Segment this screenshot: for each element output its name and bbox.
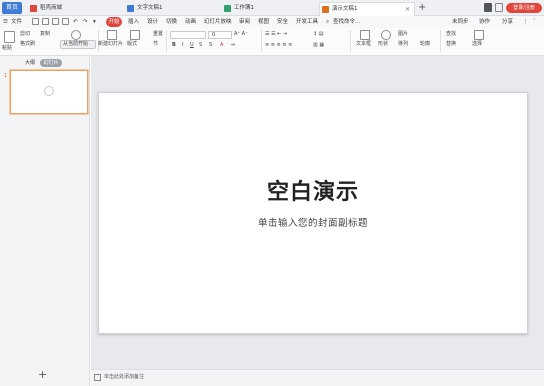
tab-label: 演示文稿1	[332, 6, 358, 12]
strikethrough-icon[interactable]: S	[209, 42, 212, 49]
sync-status[interactable]: 未同步	[452, 16, 469, 28]
menu-security[interactable]: 安全	[277, 16, 288, 28]
divider	[261, 30, 262, 52]
tab-label: 工作簿1	[234, 5, 254, 11]
menu-animation[interactable]: 动画	[185, 16, 196, 28]
print-icon[interactable]	[52, 18, 59, 25]
layout-icon[interactable]	[130, 30, 140, 40]
picture-button[interactable]: 图片	[398, 31, 408, 38]
tab-slides[interactable]: 幻灯片	[40, 59, 62, 67]
menu-insert[interactable]: 插入	[128, 16, 139, 28]
save-icon[interactable]	[32, 18, 39, 25]
paste-label[interactable]: 粘贴	[2, 45, 12, 52]
bold-icon[interactable]: B	[172, 42, 176, 49]
layout-icon[interactable]	[495, 3, 503, 12]
divider	[440, 30, 441, 52]
menu-view[interactable]: 视图	[258, 16, 269, 28]
tab-docer-store[interactable]: 稻壳商城	[28, 2, 98, 16]
new-slide-button[interactable]: 新建幻灯片	[98, 41, 123, 48]
preview-icon[interactable]	[62, 18, 69, 25]
tab-label: 稻壳商城	[40, 5, 63, 11]
quick-access-more-icon[interactable]: ▾	[93, 16, 96, 28]
select-icon[interactable]	[474, 30, 484, 40]
menu-transition[interactable]: 切换	[166, 16, 177, 28]
divider	[350, 30, 351, 52]
paste-icon[interactable]	[4, 31, 15, 43]
menu-developer[interactable]: 开发工具	[296, 16, 318, 28]
shadow-icon[interactable]: S	[199, 42, 202, 49]
new-tab-button[interactable]: +	[418, 1, 426, 14]
tab-home[interactable]: 首页	[2, 2, 22, 14]
redo-icon[interactable]: ↷	[83, 16, 88, 28]
tab-writer-doc[interactable]: 文字文稿1	[125, 2, 195, 16]
columns-icon[interactable]: ▥ ▦	[313, 42, 324, 49]
menu-review[interactable]: 审阅	[239, 16, 250, 28]
shape-icon[interactable]	[381, 30, 391, 40]
collapse-ribbon-icon[interactable]: ˆ	[533, 16, 536, 28]
menu-file[interactable]: 文件	[11, 16, 22, 28]
command-search[interactable]: 查找命令...	[333, 16, 360, 28]
grow-font-icon[interactable]: A⁺ A⁻	[234, 31, 248, 38]
outline-button[interactable]: 轮廓	[420, 41, 430, 48]
collaborate-button[interactable]: 协作	[479, 16, 490, 28]
tab-presentation[interactable]: 演示文稿1 ✕	[319, 2, 415, 16]
menu-slideshow[interactable]: 幻灯片放映	[204, 16, 232, 28]
more-icon[interactable]: ⋮	[523, 16, 529, 28]
docer-icon	[30, 5, 37, 12]
writer-icon	[127, 5, 134, 12]
reset-button[interactable]: 重置	[153, 31, 163, 38]
hamburger-icon[interactable]: ☰	[3, 16, 8, 28]
share-button[interactable]: 分享	[502, 16, 513, 28]
slide-title[interactable]: 空白演示	[98, 178, 528, 208]
format-painter-button[interactable]: 格式刷	[20, 41, 35, 48]
align-icon[interactable]: ≡ ≡ ≡ ≡ ≡	[265, 42, 292, 49]
find-button[interactable]: 查找	[446, 31, 456, 38]
shape-button[interactable]: 形状	[378, 41, 388, 48]
bullets-icon[interactable]: ☰ ☰ ⇤ ⇥	[265, 31, 287, 38]
font-name-select[interactable]	[170, 31, 206, 39]
close-tab-icon[interactable]: ✕	[405, 3, 410, 16]
cut-button[interactable]: 剪切	[20, 31, 30, 38]
textbox-icon[interactable]	[360, 30, 370, 40]
blank-slide-icon	[44, 86, 54, 96]
export-icon[interactable]	[42, 18, 49, 25]
add-slide-button[interactable]: +	[38, 369, 47, 380]
search-icon: ⌕	[326, 19, 330, 25]
replace-button[interactable]: 替换	[446, 41, 456, 48]
section-button[interactable]: 节	[153, 41, 158, 48]
tab-label: 文字文稿1	[137, 5, 163, 11]
textbox-button[interactable]: 文本框	[356, 41, 371, 48]
select-button[interactable]: 选择	[472, 41, 482, 48]
play-icon[interactable]	[71, 30, 81, 40]
new-slide-icon[interactable]	[107, 30, 117, 40]
login-button[interactable]: 登录/注册	[506, 3, 542, 13]
divider	[166, 30, 167, 52]
line-spacing-icon[interactable]: ↕ ▤	[313, 31, 324, 38]
copy-button[interactable]: 复制	[40, 31, 50, 38]
slide[interactable]	[98, 92, 528, 334]
font-size-select[interactable]: 0	[208, 31, 232, 39]
notes-input[interactable]: 单击此处添加备注	[104, 372, 144, 382]
tab-outline[interactable]: 大纲	[22, 59, 38, 67]
notes-icon	[94, 374, 101, 381]
layout-button[interactable]: 版式	[127, 41, 137, 48]
notes-bar	[91, 369, 544, 386]
menu-design[interactable]: 设计	[147, 16, 158, 28]
avatar-icon[interactable]	[484, 3, 492, 12]
presentation-icon	[322, 6, 329, 13]
tab-spreadsheet[interactable]: 工作簿1	[222, 2, 292, 16]
arrange-button[interactable]: 排列	[398, 41, 408, 48]
play-from-current-label: 从当前开始	[63, 41, 89, 47]
underline-icon[interactable]: U	[190, 42, 194, 49]
slide-subtitle[interactable]: 单击输入您的封面副标题	[98, 217, 528, 231]
spreadsheet-icon	[224, 5, 231, 12]
undo-icon[interactable]: ↶	[73, 16, 78, 28]
menu-start[interactable]: 开始	[106, 17, 122, 27]
char-spacing-icon[interactable]: ⇔	[231, 42, 235, 49]
font-color-icon[interactable]: A	[220, 42, 223, 49]
italic-icon[interactable]: I	[182, 42, 183, 49]
slide-number: 1	[4, 73, 8, 79]
